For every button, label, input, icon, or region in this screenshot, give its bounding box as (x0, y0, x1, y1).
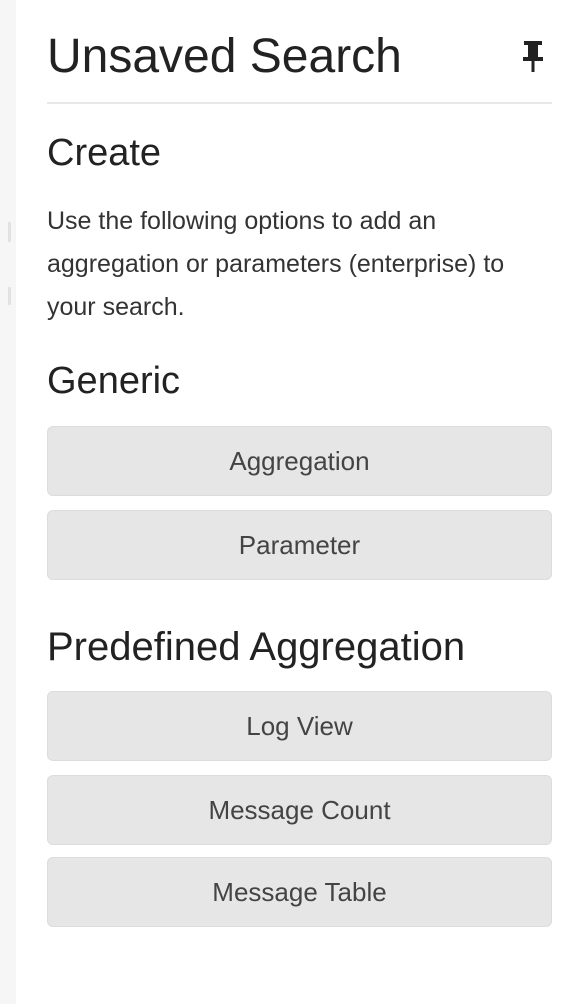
page: Unsaved Search Create Use the following … (0, 0, 572, 1004)
create-description: Use the following options to add an aggr… (47, 207, 505, 321)
section-title-create: Create (47, 132, 162, 174)
section-title-generic: Generic (47, 360, 181, 402)
gutter-mark (8, 222, 11, 242)
left-gutter (0, 0, 16, 1004)
pin-icon (523, 41, 543, 72)
message-count-button[interactable]: Message Count (47, 775, 552, 845)
pin-button[interactable] (518, 38, 548, 74)
log-view-button[interactable]: Log View (47, 691, 552, 761)
aggregation-button[interactable]: Aggregation (47, 426, 552, 496)
message-table-button[interactable]: Message Table (47, 857, 552, 927)
gutter-mark (8, 287, 11, 305)
parameter-button[interactable]: Parameter (47, 510, 552, 580)
section-title-predefined-aggregation: Predefined Aggregation (47, 625, 466, 669)
page-title: Unsaved Search (47, 30, 402, 83)
sidebar-panel: Unsaved Search Create Use the following … (16, 0, 572, 1004)
panel-header: Unsaved Search (47, 28, 552, 104)
